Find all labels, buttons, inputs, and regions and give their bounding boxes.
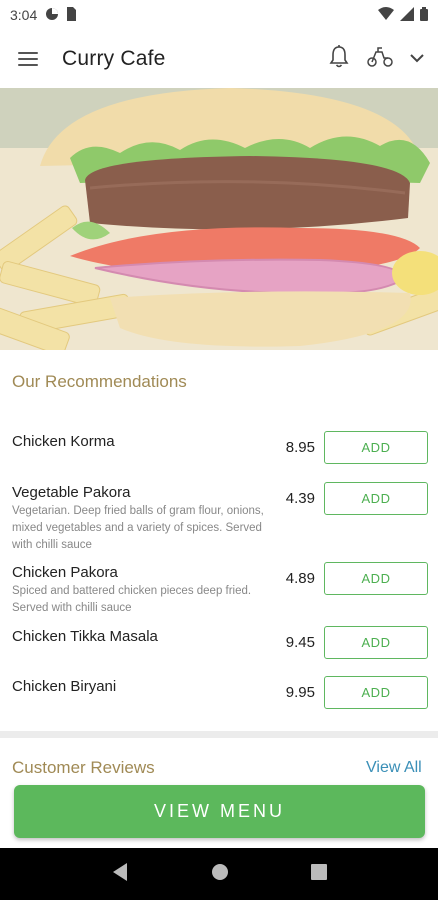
add-button[interactable]: ADD bbox=[324, 431, 428, 464]
item-price: 9.95 bbox=[285, 684, 315, 701]
item-description: Vegetarian. Deep fried balls of gram flo… bbox=[12, 505, 264, 551]
scooter-icon[interactable] bbox=[366, 46, 394, 73]
item-name: Chicken Pakora bbox=[12, 564, 118, 581]
status-bar: 3:04 bbox=[0, 0, 438, 30]
wifi-icon bbox=[378, 6, 394, 24]
item-price: 9.45 bbox=[285, 634, 315, 651]
status-time: 3:04 bbox=[10, 7, 38, 23]
item-name: Chicken Korma bbox=[12, 433, 115, 450]
data-saver-icon bbox=[45, 7, 59, 24]
recommendations-title: Our Recommendations bbox=[12, 372, 187, 391]
app-bar: Curry Cafe bbox=[0, 30, 438, 88]
battery-icon bbox=[420, 6, 428, 24]
item-price: 8.95 bbox=[285, 439, 315, 456]
signal-icon bbox=[400, 6, 414, 24]
system-nav-bar bbox=[0, 848, 438, 900]
add-button[interactable]: ADD bbox=[324, 626, 428, 659]
item-name: Chicken Biryani bbox=[12, 678, 117, 695]
item-price: 4.39 bbox=[285, 490, 315, 507]
app-title: Curry Cafe bbox=[62, 47, 166, 70]
chevron-down-icon[interactable] bbox=[410, 50, 424, 68]
back-icon[interactable] bbox=[111, 862, 129, 887]
item-description: Spiced and battered chicken pieces deep … bbox=[12, 585, 252, 614]
home-icon[interactable] bbox=[211, 863, 229, 886]
view-menu-button[interactable]: VIEW MENU bbox=[14, 785, 425, 838]
sim-card-icon bbox=[65, 6, 77, 24]
section-divider bbox=[0, 731, 438, 738]
reviews-title: Customer Reviews bbox=[12, 758, 155, 777]
add-button[interactable]: ADD bbox=[324, 676, 428, 709]
add-button[interactable]: ADD bbox=[324, 482, 428, 515]
item-name: Chicken Tikka Masala bbox=[12, 628, 158, 645]
menu-icon[interactable] bbox=[18, 47, 42, 71]
item-name: Vegetable Pakora bbox=[12, 484, 131, 501]
bell-icon[interactable] bbox=[328, 44, 350, 74]
add-button[interactable]: ADD bbox=[324, 562, 428, 595]
item-price: 4.89 bbox=[285, 570, 315, 587]
hero-food-image bbox=[0, 88, 438, 350]
view-all-link[interactable]: View All bbox=[366, 759, 422, 777]
recents-icon[interactable] bbox=[311, 863, 327, 885]
